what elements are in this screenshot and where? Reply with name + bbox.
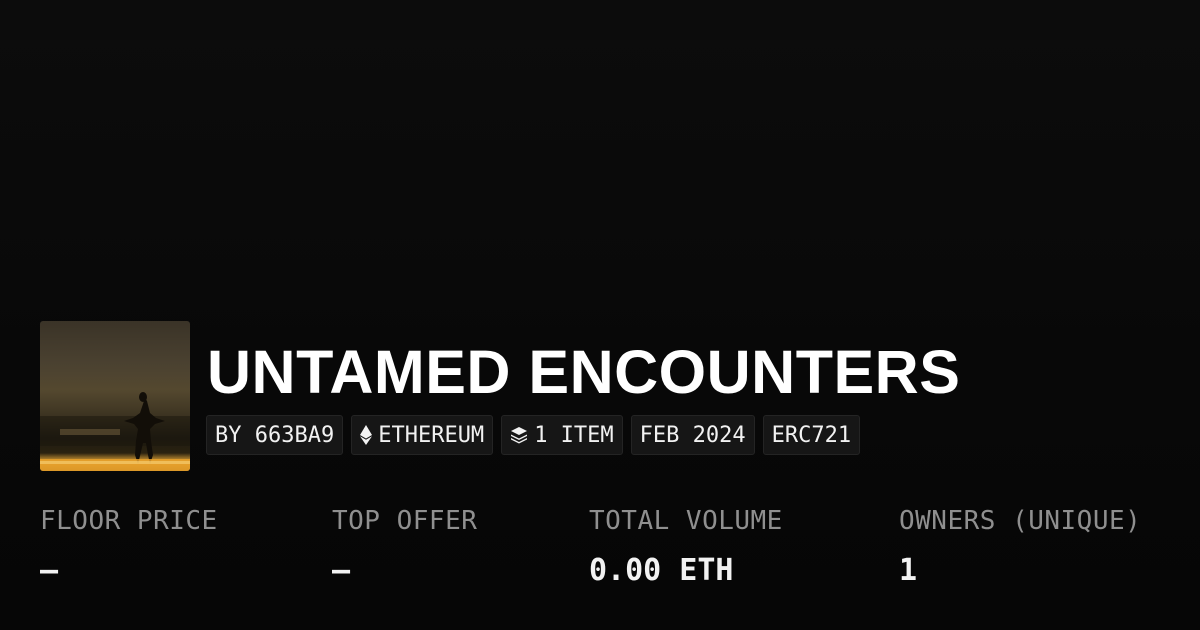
- owners-label: OWNERS (UNIQUE): [899, 506, 1142, 536]
- top-offer-label: TOP OFFER: [332, 506, 478, 536]
- collection-title: UNTAMED ENCOUNTERS: [207, 338, 961, 406]
- date-label: FEB 2024: [639, 422, 746, 448]
- items-label: 1 ITEM: [534, 422, 614, 448]
- stat-owners: OWNERS (UNIQUE) 1: [899, 503, 1141, 589]
- ethereum-icon: [360, 425, 373, 445]
- total-volume-value: 0.00 ETH: [589, 553, 734, 588]
- top-offer-value: —: [332, 553, 351, 588]
- chain-tag[interactable]: ETHEREUM: [351, 415, 494, 455]
- collection-image: [40, 392, 190, 471]
- stat-floor-price: FLOOR PRICE —: [40, 503, 218, 589]
- collection-stats: FLOOR PRICE — TOP OFFER — TOTAL VOLUME 0…: [40, 503, 1180, 603]
- chain-label: ETHEREUM: [378, 422, 485, 448]
- items-tag[interactable]: 1 ITEM: [501, 415, 623, 455]
- floor-price-value: —: [40, 553, 59, 588]
- standard-label: ERC721: [771, 422, 852, 448]
- collection-tags: BY 663BA9 ETHEREUM 1 ITEM FEB 2024 ERC72…: [206, 415, 861, 455]
- collection-banner: [0, 0, 1200, 300]
- owners-value: 1: [899, 553, 918, 588]
- floor-price-label: FLOOR PRICE: [40, 506, 218, 536]
- stat-top-offer: TOP OFFER —: [332, 503, 477, 589]
- creator-tag[interactable]: BY 663BA9: [206, 415, 344, 455]
- layers-icon: [510, 426, 528, 444]
- collection-thumbnail[interactable]: [40, 321, 190, 471]
- creator-label: BY 663BA9: [215, 422, 335, 448]
- standard-tag: ERC721: [762, 415, 861, 455]
- stat-total-volume: TOTAL VOLUME 0.00 ETH: [589, 503, 783, 589]
- total-volume-label: TOTAL VOLUME: [589, 506, 783, 536]
- date-tag: FEB 2024: [630, 415, 755, 455]
